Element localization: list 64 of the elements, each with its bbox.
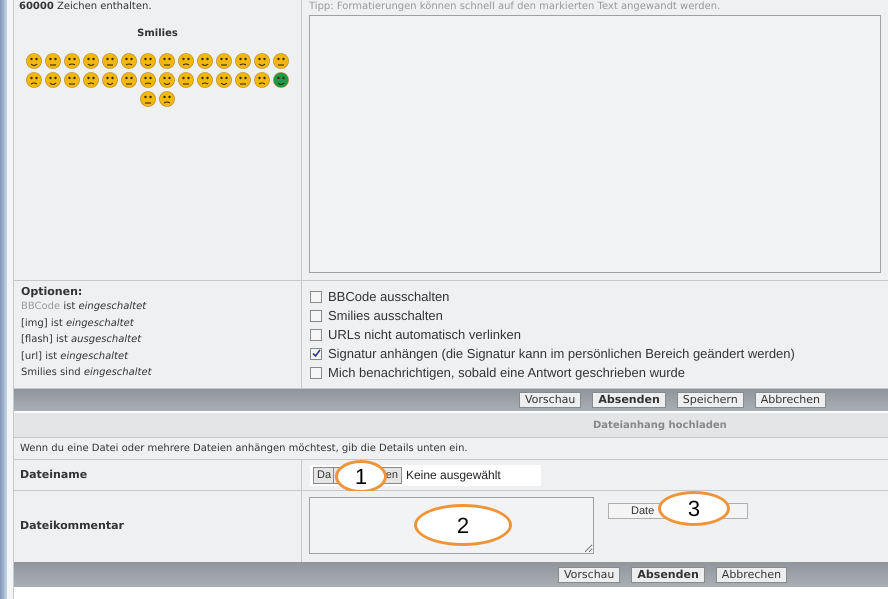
form-button[interactable]: Abbrechen <box>754 392 826 408</box>
smiley-icon[interactable] <box>64 53 80 69</box>
file-button-text: en <box>386 466 402 484</box>
checkbox[interactable] <box>310 290 322 302</box>
smiley-icon[interactable] <box>197 72 213 88</box>
option-status: BBCode ist eingeschaltet <box>21 300 148 314</box>
smiley-icon[interactable] <box>197 53 213 69</box>
smiley-icon[interactable] <box>102 53 118 69</box>
smiley-icon[interactable] <box>140 91 156 107</box>
checkbox-label: Smilies ausschalten <box>328 307 443 325</box>
file-button[interactable]: Da <box>313 466 334 484</box>
form-button[interactable]: Vorschau <box>519 392 582 408</box>
smiley-icon[interactable] <box>273 72 289 88</box>
checkbox[interactable] <box>310 328 322 340</box>
option-status: Smilies sind eingeschaltet <box>21 366 153 380</box>
smiley-icon[interactable] <box>83 53 99 69</box>
checkbox[interactable] <box>310 310 322 322</box>
smiley-icon[interactable] <box>235 53 251 69</box>
info-text: Wenn du eine Datei oder mehrere Dateien anhängen möchtest, gib die Details unten ein. <box>14 438 888 460</box>
file-status: Keine ausgewählt <box>406 467 501 484</box>
smiley-icon[interactable] <box>83 72 99 88</box>
form-button[interactable]: Absenden <box>631 566 705 582</box>
field-label: Dateiname <box>14 460 302 490</box>
smiley-icon[interactable] <box>178 53 194 69</box>
checkbox[interactable] <box>310 366 322 378</box>
form-button[interactable]: Speichern <box>676 392 744 408</box>
add-file-button[interactable]: Date <box>608 503 654 519</box>
checkbox-label: URLs nicht automatisch verlinken <box>328 326 521 344</box>
smiley-icon[interactable] <box>140 72 156 88</box>
form-button[interactable]: Vorschau <box>558 566 620 582</box>
field-label: Dateikommentar <box>14 491 302 562</box>
checkbox-label: Mich benachrichtigen, sobald eine Antwort geschrieben wurde <box>328 364 685 382</box>
smiley-icon[interactable] <box>121 53 137 69</box>
smiley-icon[interactable] <box>26 72 42 88</box>
char-limit-text: 60000 Zeichen enthalten. <box>19 1 152 13</box>
smiley-icon[interactable] <box>45 53 61 69</box>
checkbox-label: Signatur anhängen (die Signatur kann im persönlichen Bereich geändert werden) <box>328 345 795 363</box>
form-button[interactable]: Absenden <box>592 392 666 408</box>
smiley-icon[interactable] <box>159 72 175 88</box>
option-status: [img] ist eingeschaltet <box>21 316 135 330</box>
option-status: [url] ist eingeschaltet <box>21 350 130 364</box>
form-button[interactable]: Abbrechen <box>716 566 788 582</box>
checkbox[interactable] <box>310 348 322 360</box>
smiley-icon[interactable] <box>64 72 80 88</box>
smiley-icon[interactable] <box>102 72 118 88</box>
smiley-icon[interactable] <box>273 53 289 69</box>
smiley-icon[interactable] <box>26 53 42 69</box>
smiley-icon[interactable] <box>159 91 175 107</box>
smiley-icon[interactable] <box>235 72 251 88</box>
smiley-icon[interactable] <box>159 53 175 69</box>
section-header: Dateianhang hochladen <box>14 413 888 438</box>
smiley-icon[interactable] <box>121 72 137 88</box>
smiley-icon[interactable] <box>178 72 194 88</box>
checkbox-label: BBCode ausschalten <box>328 288 450 306</box>
smiley-icon[interactable] <box>216 53 232 69</box>
smiley-icon[interactable] <box>254 53 270 69</box>
smiley-icon[interactable] <box>45 72 61 88</box>
smilies-heading: Smilies <box>137 27 178 41</box>
options-heading: Optionen: <box>21 285 84 299</box>
smiley-icon[interactable] <box>254 72 270 88</box>
option-status: [flash] ist ausgeschaltet <box>21 333 142 347</box>
smiley-icon[interactable] <box>216 72 232 88</box>
tip-text: Tipp: Formatierungen können schnell auf den markierten Text angewandt werden. <box>309 1 722 13</box>
smiley-icon[interactable] <box>140 53 156 69</box>
